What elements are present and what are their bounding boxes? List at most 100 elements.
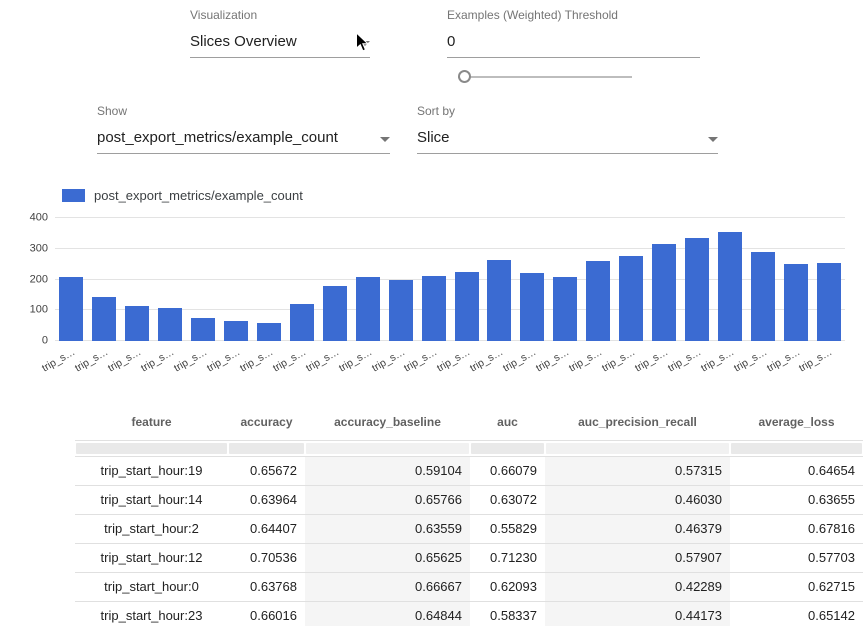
feature-cell: trip_start_hour:23: [75, 601, 228, 626]
visualization-select[interactable]: Slices Overview: [190, 33, 370, 58]
bar[interactable]: [158, 308, 182, 341]
bar[interactable]: [619, 256, 643, 341]
bar[interactable]: [125, 306, 149, 341]
bar[interactable]: [323, 286, 347, 341]
column-header[interactable]: average_loss: [730, 404, 863, 440]
bar[interactable]: [224, 321, 248, 341]
sort-by-control: Sort by Slice: [417, 104, 718, 154]
metrics-table: featureaccuracyaccuracy_baselineaucauc_p…: [75, 404, 863, 626]
bar[interactable]: [422, 276, 446, 341]
bar[interactable]: [92, 297, 116, 341]
column-filter[interactable]: [471, 443, 544, 454]
table-filter-row: [75, 440, 863, 456]
y-tick-label: 200: [8, 274, 48, 285]
bar[interactable]: [586, 261, 610, 341]
column-filter[interactable]: [229, 443, 304, 454]
metric-cell: 0.57703: [730, 543, 863, 572]
metric-cell: 0.65766: [305, 485, 470, 514]
bar-slot: [285, 218, 318, 341]
metric-cell: 0.44173: [545, 601, 730, 626]
bar[interactable]: [257, 323, 281, 341]
filter-cell: [75, 440, 228, 456]
column-header[interactable]: accuracy_baseline: [305, 404, 470, 440]
bar-slot: [648, 218, 681, 341]
legend-swatch-icon: [62, 189, 85, 202]
column-filter[interactable]: [306, 443, 469, 454]
bar-slot: [55, 218, 88, 341]
sort-by-select[interactable]: Slice: [417, 129, 718, 154]
chevron-down-icon: [380, 137, 390, 142]
bar[interactable]: [520, 273, 544, 341]
bar-slot: [549, 218, 582, 341]
y-tick-label: 0: [8, 336, 48, 347]
column-header[interactable]: auc_precision_recall: [545, 404, 730, 440]
metric-cell: 0.55829: [470, 514, 545, 543]
bar-slot: [154, 218, 187, 341]
bar[interactable]: [191, 318, 215, 341]
slider-thumb[interactable]: [458, 70, 471, 83]
bar[interactable]: [487, 260, 511, 341]
feature-cell: trip_start_hour:12: [75, 543, 228, 572]
table-row: trip_start_hour:120.705360.656250.712300…: [75, 543, 863, 572]
column-filter[interactable]: [731, 443, 862, 454]
bar-slot: [450, 218, 483, 341]
slider-track: [458, 76, 632, 78]
bar[interactable]: [652, 244, 676, 341]
sort-by-label: Sort by: [417, 104, 718, 118]
metric-cell: 0.66079: [470, 456, 545, 485]
metric-cell: 0.46030: [545, 485, 730, 514]
bar[interactable]: [718, 232, 742, 341]
filter-cell: [305, 440, 470, 456]
bar[interactable]: [59, 277, 83, 341]
metric-cell: 0.62715: [730, 572, 863, 601]
threshold-input[interactable]: 0: [447, 33, 700, 58]
bar[interactable]: [685, 238, 709, 341]
bar[interactable]: [356, 277, 380, 341]
visualization-label: Visualization: [190, 8, 370, 22]
feature-cell: trip_start_hour:14: [75, 485, 228, 514]
sort-by-value: Slice: [417, 129, 450, 146]
show-select[interactable]: post_export_metrics/example_count: [97, 129, 390, 154]
metric-cell: 0.70536: [228, 543, 305, 572]
column-header[interactable]: auc: [470, 404, 545, 440]
bar-chart: 0100200300400: [55, 218, 845, 341]
bar-slot: [417, 218, 450, 341]
table-row: trip_start_hour:20.644070.635590.558290.…: [75, 514, 863, 543]
x-axis-labels: trip_s…trip_s…trip_s…trip_s…trip_s…trip_…: [55, 345, 845, 387]
threshold-label: Examples (Weighted) Threshold: [447, 8, 700, 22]
metric-cell: 0.63559: [305, 514, 470, 543]
metric-cell: 0.59104: [305, 456, 470, 485]
bar[interactable]: [389, 280, 413, 342]
bar[interactable]: [553, 277, 577, 341]
bar[interactable]: [290, 304, 314, 341]
x-tick-slot: trip_s…: [812, 345, 845, 387]
bar-slot: [220, 218, 253, 341]
table-row: trip_start_hour:00.637680.666670.620930.…: [75, 572, 863, 601]
metric-cell: 0.46379: [545, 514, 730, 543]
column-header[interactable]: feature: [75, 404, 228, 440]
metric-cell: 0.64407: [228, 514, 305, 543]
bar-slot: [483, 218, 516, 341]
bar-slot: [516, 218, 549, 341]
column-filter[interactable]: [76, 443, 227, 454]
show-value: post_export_metrics/example_count: [97, 129, 338, 146]
metric-cell: 0.66016: [228, 601, 305, 626]
table-row: trip_start_hour:230.660160.648440.583370…: [75, 601, 863, 626]
bar-slot: [253, 218, 286, 341]
show-label: Show: [97, 104, 390, 118]
threshold-slider[interactable]: [458, 70, 632, 83]
bar[interactable]: [751, 252, 775, 341]
metric-cell: 0.65672: [228, 456, 305, 485]
feature-cell: trip_start_hour:19: [75, 456, 228, 485]
bar-slot: [187, 218, 220, 341]
metric-cell: 0.65142: [730, 601, 863, 626]
table-body: trip_start_hour:190.656720.591040.660790…: [75, 456, 863, 626]
metric-cell: 0.42289: [545, 572, 730, 601]
column-filter[interactable]: [546, 443, 729, 454]
column-header[interactable]: accuracy: [228, 404, 305, 440]
bar[interactable]: [455, 272, 479, 341]
bar[interactable]: [817, 263, 841, 341]
metric-cell: 0.63072: [470, 485, 545, 514]
mouse-cursor: [355, 32, 370, 53]
bar[interactable]: [784, 264, 808, 341]
